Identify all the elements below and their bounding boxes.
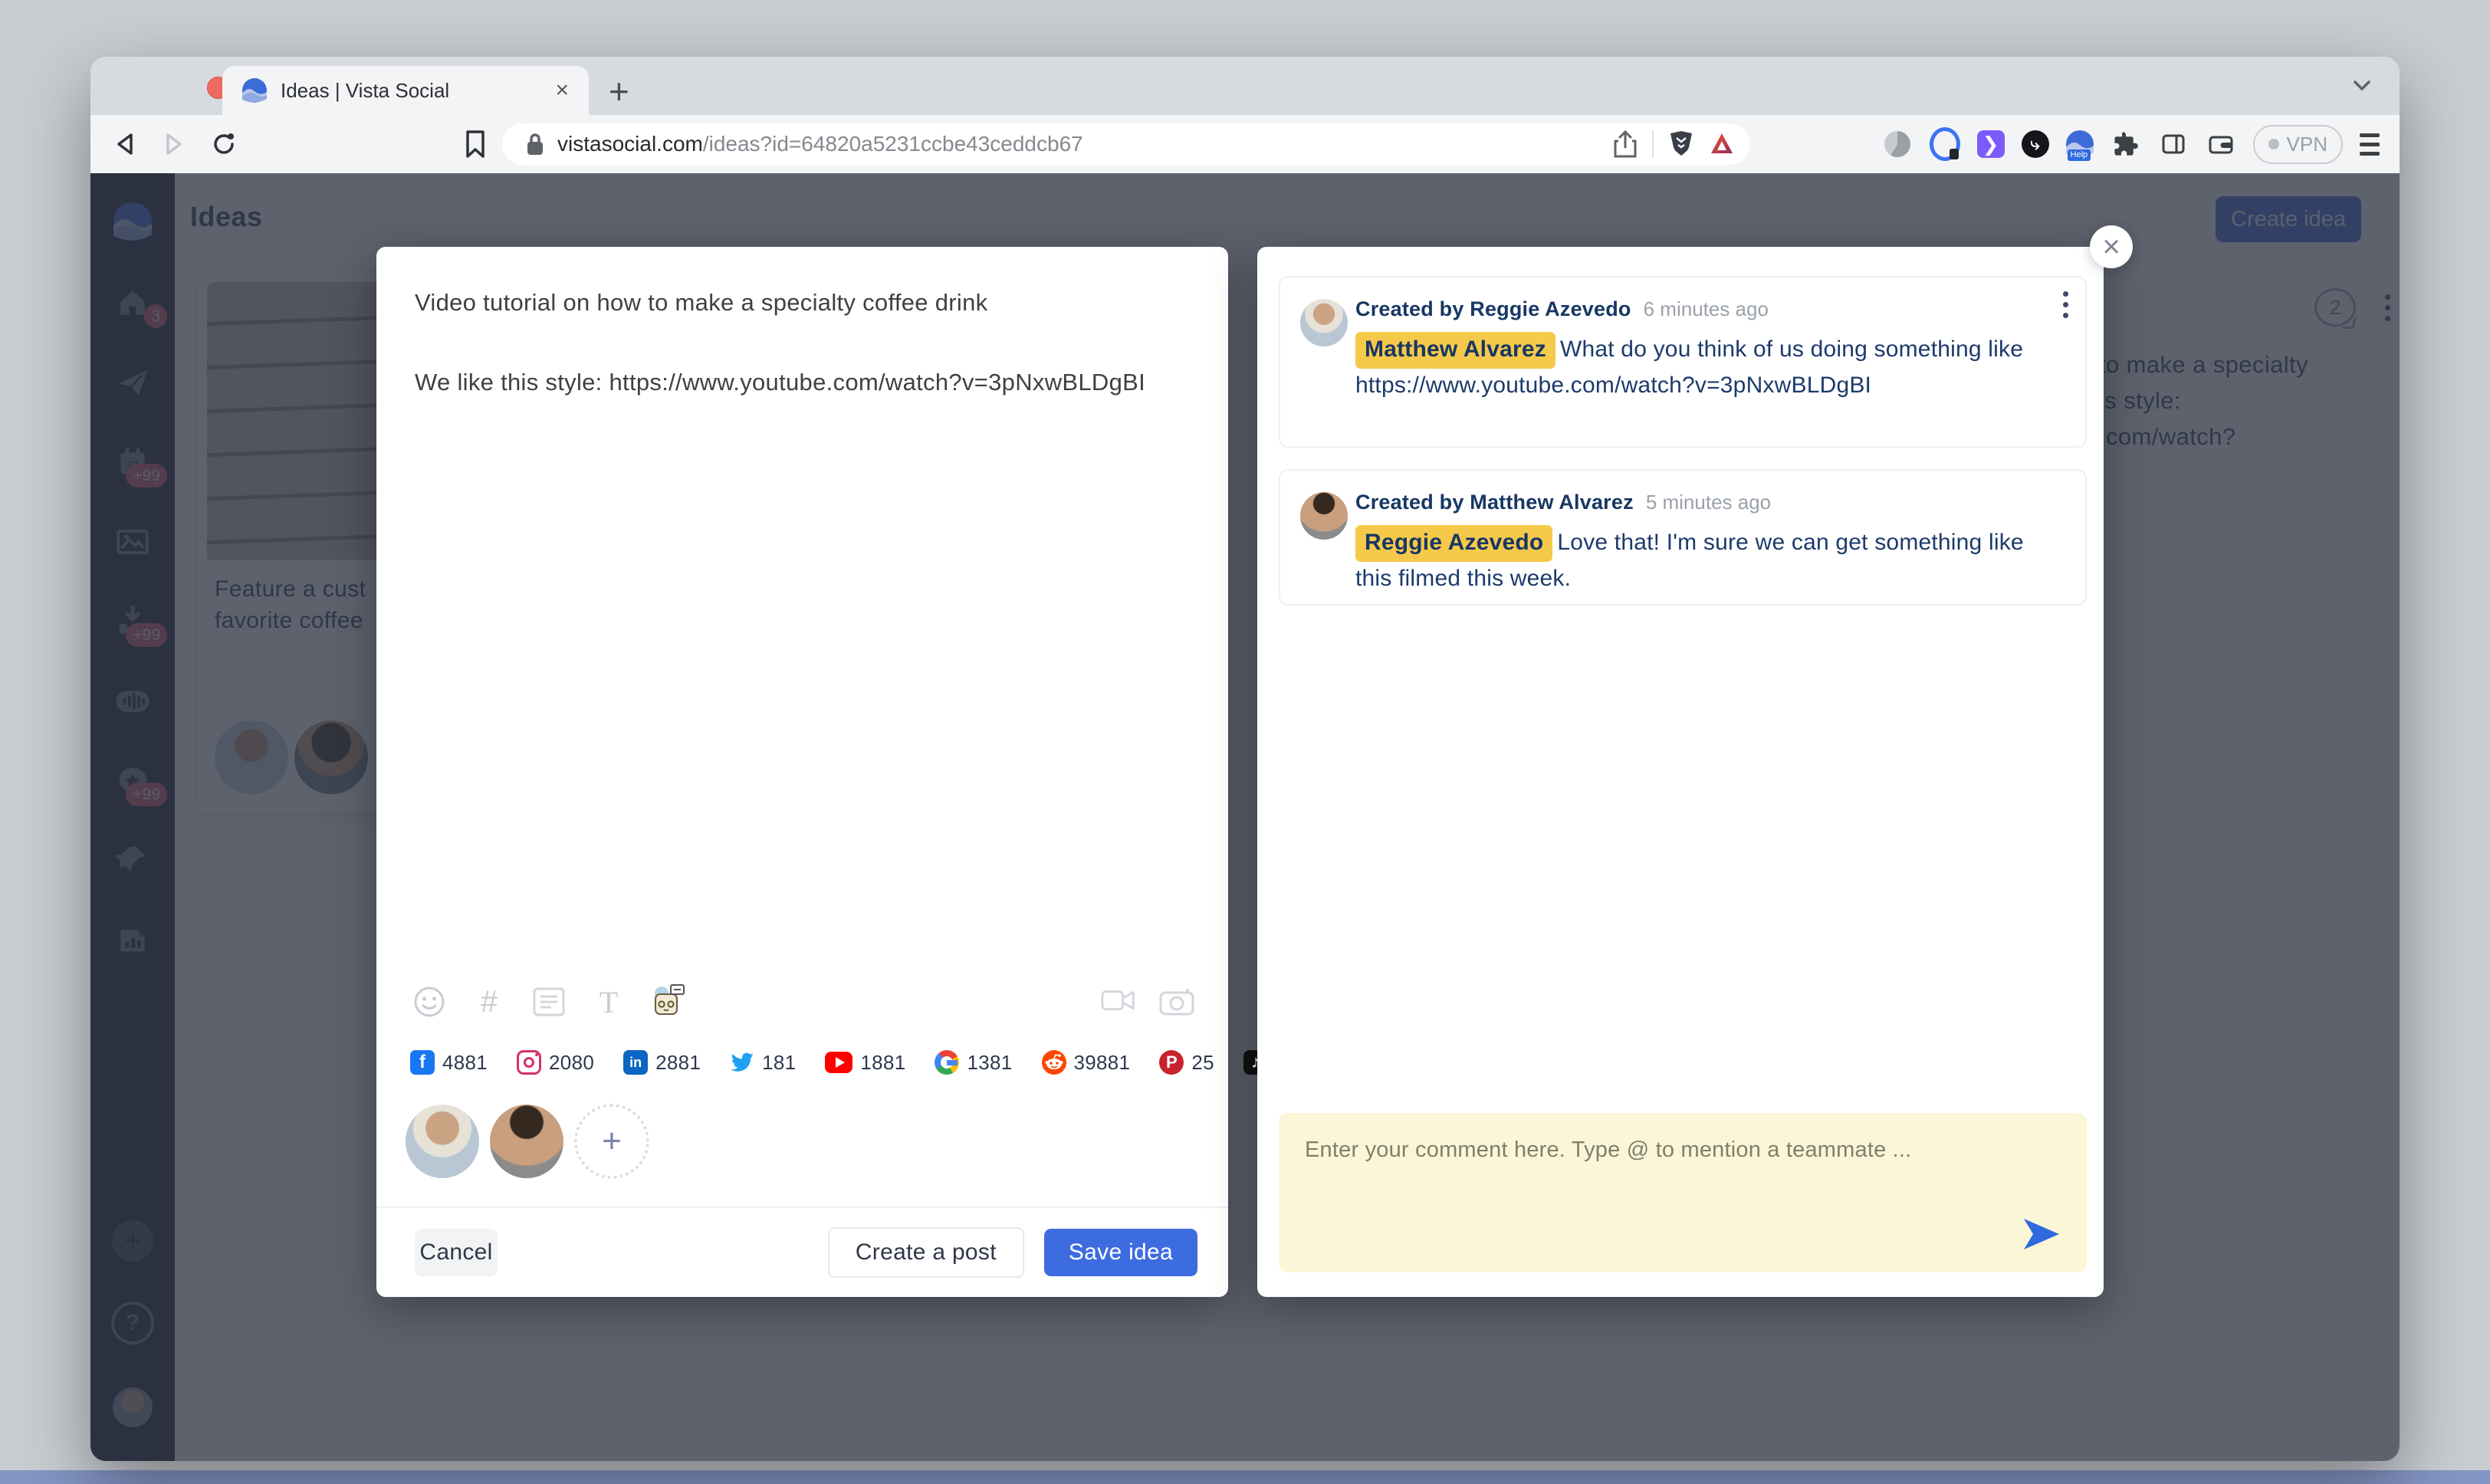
help-badge: Help xyxy=(2068,149,2091,161)
google-count-chip[interactable]: 1381 xyxy=(935,1050,1012,1075)
reload-icon[interactable] xyxy=(205,126,242,163)
brave-rewards-triangle-icon[interactable] xyxy=(1709,131,1735,157)
tab-ideas[interactable]: Ideas | Vista Social × xyxy=(222,66,589,115)
comment-author-avatar xyxy=(1300,492,1348,540)
url-domain: vistasocial.com xyxy=(557,132,703,156)
idea-text-line: Video tutorial on how to make a specialt… xyxy=(415,287,1197,319)
mention-chip: Reggie Azevedo xyxy=(1355,525,1552,562)
url-bar[interactable]: vistasocial.com /ideas?id=64820a5231ccbe… xyxy=(502,123,1750,165)
reddit-count-chip[interactable]: 39881 xyxy=(1042,1050,1131,1075)
profile-avatar-row: + xyxy=(406,1104,649,1179)
send-comment-icon[interactable] xyxy=(2021,1216,2061,1253)
lock-icon xyxy=(525,132,545,156)
linkedin-icon: in xyxy=(623,1050,648,1075)
instagram-count-chip[interactable]: 2080 xyxy=(517,1050,594,1075)
dark-extension-icon[interactable]: ⤷ xyxy=(2022,130,2049,158)
editor-tool-row: # T xyxy=(412,984,686,1019)
tab-title: Ideas | Vista Social xyxy=(281,79,449,103)
page-viewport: 3 31 +99 +99 +99 xyxy=(90,173,2400,1461)
idea-editor-modal: Video tutorial on how to make a specialt… xyxy=(376,247,1228,1297)
tab-search-chevron-icon[interactable] xyxy=(2350,77,2373,94)
sidebar-toggle-icon[interactable] xyxy=(2158,129,2189,159)
idea-text-area[interactable]: Video tutorial on how to make a specialt… xyxy=(415,287,1197,446)
twitter-icon xyxy=(730,1050,754,1075)
comment-input-placeholder: Enter your comment here. Type @ to menti… xyxy=(1305,1138,1911,1163)
comment-author-avatar xyxy=(1300,299,1348,346)
comment-text: Reggie AzevedoLove that! I'm sure we can… xyxy=(1355,525,2064,596)
tab-close-icon[interactable]: × xyxy=(555,79,569,102)
facebook-icon: f xyxy=(410,1050,435,1075)
password-manager-extension-icon[interactable] xyxy=(1930,129,1960,159)
video-icon[interactable] xyxy=(1101,984,1136,1019)
emoji-icon[interactable] xyxy=(412,984,447,1019)
mention-chip: Matthew Alvarez xyxy=(1355,332,1555,369)
comment-text: Matthew AlvarezWhat do you think of us d… xyxy=(1355,332,2064,402)
pinterest-count-chip[interactable]: P 25 xyxy=(1159,1050,1214,1075)
snippet-icon[interactable] xyxy=(531,984,567,1019)
linkedin-count-chip[interactable]: in 2881 xyxy=(623,1050,701,1075)
comment-input[interactable]: Enter your comment here. Type @ to menti… xyxy=(1279,1113,2087,1272)
new-tab-button[interactable]: + xyxy=(609,71,629,112)
profile-avatar[interactable] xyxy=(490,1105,563,1178)
bookmark-icon[interactable] xyxy=(457,126,494,163)
comment-author: Created by Matthew Alvarez xyxy=(1355,491,1634,514)
ai-assistant-robot-icon[interactable] xyxy=(651,984,686,1019)
comment-timestamp: 5 minutes ago xyxy=(1646,491,1771,514)
url-path: /ideas?id=64820a5231ccbe43ceddcb67 xyxy=(703,132,1083,156)
wallet-icon[interactable] xyxy=(2206,129,2236,159)
url-bar-divider xyxy=(1652,130,1654,158)
comment-kebab-icon[interactable] xyxy=(2063,291,2068,318)
vpn-button[interactable]: VPN xyxy=(2253,125,2343,164)
google-icon xyxy=(935,1050,959,1075)
instagram-icon xyxy=(517,1050,541,1075)
vpn-status-dot xyxy=(2268,139,2279,149)
extension-row: ❯ ⤷ Help VPN xyxy=(1882,115,2380,173)
facebook-count-chip[interactable]: f 4881 xyxy=(410,1050,488,1075)
comment-card: Created by Matthew Alvarez 5 minutes ago… xyxy=(1279,469,2087,606)
browser-toolbar: vistasocial.com /ideas?id=64820a5231ccbe… xyxy=(90,115,2400,174)
tab-strip: Ideas | Vista Social × + xyxy=(90,57,2400,115)
forward-icon[interactable] xyxy=(155,126,192,163)
vpn-label: VPN xyxy=(2287,133,2327,156)
save-idea-button[interactable]: Save idea xyxy=(1044,1229,1197,1276)
comment-timestamp: 6 minutes ago xyxy=(1644,297,1769,321)
create-post-button[interactable]: Create a post xyxy=(828,1227,1024,1278)
twitter-count-chip[interactable]: 181 xyxy=(730,1050,796,1075)
extensions-puzzle-icon[interactable] xyxy=(2111,129,2141,159)
profile-pie-extension-icon[interactable] xyxy=(1882,129,1913,159)
desktop-background: Ideas | Vista Social × + vistasocial.com… xyxy=(0,0,2490,1484)
youtube-icon xyxy=(825,1052,852,1073)
desktop-wallpaper-strip xyxy=(0,1470,2490,1484)
editor-media-row xyxy=(1101,984,1194,1019)
browser-window: Ideas | Vista Social × + vistasocial.com… xyxy=(90,57,2400,1461)
vista-social-extension-icon[interactable]: Help xyxy=(2066,130,2094,158)
camera-icon[interactable] xyxy=(1159,984,1194,1019)
comments-panel: Created by Reggie Azevedo 6 minutes ago … xyxy=(1257,247,2104,1297)
profile-avatar[interactable] xyxy=(406,1105,479,1178)
text-variation-icon[interactable]: T xyxy=(591,984,626,1019)
pinterest-icon: P xyxy=(1159,1050,1184,1075)
purple-arrow-extension-icon[interactable]: ❯ xyxy=(1977,130,2005,158)
menu-icon[interactable] xyxy=(2360,133,2380,156)
reddit-icon xyxy=(1042,1050,1066,1075)
idea-text-line: We like this style: https://www.youtube.… xyxy=(415,366,1197,399)
cancel-button[interactable]: Cancel xyxy=(415,1229,498,1276)
brave-shield-icon[interactable] xyxy=(1669,130,1693,158)
comment-author: Created by Reggie Azevedo xyxy=(1355,297,1631,321)
youtube-count-chip[interactable]: 1881 xyxy=(825,1051,905,1075)
social-count-row: f 4881 2080 in 2881 181 xyxy=(410,1050,1205,1075)
share-icon[interactable] xyxy=(1614,130,1637,158)
vista-social-favicon-icon xyxy=(242,78,267,103)
idea-modal-footer: Cancel Create a post Save idea xyxy=(376,1207,1228,1297)
close-modal-icon[interactable]: × xyxy=(2090,225,2133,268)
add-profile-button[interactable]: + xyxy=(574,1104,649,1179)
back-icon[interactable] xyxy=(107,126,144,163)
hashtag-icon[interactable]: # xyxy=(471,984,507,1019)
comment-card: Created by Reggie Azevedo 6 minutes ago … xyxy=(1279,276,2087,448)
